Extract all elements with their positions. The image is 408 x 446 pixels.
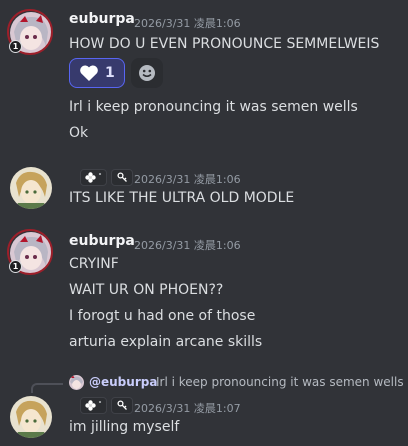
timestamp: 2026/3/31 凌晨1:06 <box>134 17 241 30</box>
reaction-heart[interactable]: 1 <box>69 58 125 88</box>
avatar-user[interactable] <box>10 167 52 209</box>
add-reaction-button[interactable] <box>130 58 163 88</box>
avatar-image <box>10 167 52 209</box>
smiley-icon <box>138 65 155 81</box>
reply-avatar <box>69 375 84 390</box>
profile-tags: ˚ <box>80 396 133 414</box>
timestamp: 2026/3/31 凌晨1:06 <box>134 173 241 186</box>
profile-tags: ˚ <box>80 168 133 186</box>
reply-connector <box>31 383 63 393</box>
reply-preview-text[interactable]: Irl i keep pronouncing it was semen well… <box>156 375 404 389</box>
message-text: Ok <box>69 125 89 141</box>
key-icon <box>116 399 127 410</box>
tag-dot: ˚ <box>98 400 102 410</box>
profile-tag[interactable] <box>111 168 133 186</box>
message-text: I forogt u had one of those <box>69 308 256 324</box>
message-text: Irl i keep pronouncing it was semen well… <box>69 99 358 115</box>
reaction-count: 1 <box>105 65 115 81</box>
avatar-euburpa[interactable]: 1 <box>7 229 53 275</box>
profile-tag[interactable]: ˚ <box>80 168 107 186</box>
key-icon <box>116 171 127 182</box>
reply-author-mention[interactable]: @euburpa <box>89 375 157 389</box>
tag-dot: ˚ <box>98 172 102 182</box>
avatar-user[interactable] <box>10 396 52 438</box>
message-text: ITS LIKE THE ULTRA OLD MODLE <box>69 190 295 206</box>
heart-icon <box>80 65 98 81</box>
flower-icon <box>85 399 96 411</box>
badge-count: 1 <box>9 40 22 53</box>
avatar-image <box>10 396 52 438</box>
timestamp: 2026/3/31 凌晨1:07 <box>134 402 241 415</box>
message-text: arturia explain arcane skills <box>69 334 263 350</box>
message-text: HOW DO U EVEN PRONOUNCE SEMMELWEIS <box>69 36 380 52</box>
message-text: CRYINF <box>69 256 119 272</box>
avatar-euburpa[interactable]: 1 <box>7 9 53 55</box>
chat-message-list: 1 euburpa 2026/3/31 凌晨1:06 HOW DO U EVEN… <box>0 0 408 446</box>
message-text: WAIT UR ON PHOEN?? <box>69 282 224 298</box>
author-name[interactable]: euburpa <box>69 11 135 27</box>
profile-tag[interactable] <box>111 396 133 414</box>
profile-tag[interactable]: ˚ <box>80 396 107 414</box>
message-text: im jilling myself <box>69 419 180 435</box>
timestamp: 2026/3/31 凌晨1:06 <box>134 239 241 252</box>
reactions-bar: 1 <box>69 58 163 88</box>
badge-count: 1 <box>9 260 22 273</box>
flower-icon <box>85 171 96 183</box>
author-name[interactable]: euburpa <box>69 233 135 249</box>
